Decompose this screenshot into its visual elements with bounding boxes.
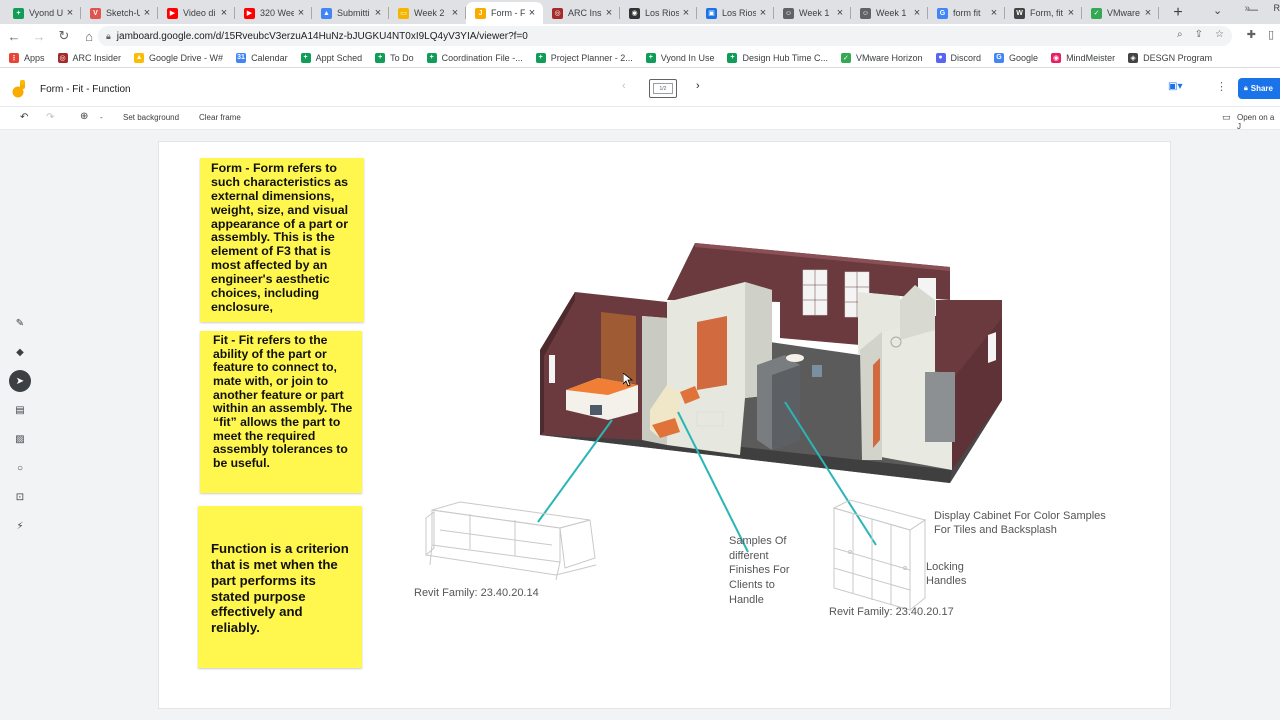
gray-locker	[925, 372, 955, 442]
revit-family-cabinet-label: Revit Family: 23.40.20.17	[829, 606, 954, 618]
samples-line-1: Samples Of	[729, 535, 787, 547]
cabinet-line-drawing	[832, 499, 927, 612]
window-side	[988, 332, 996, 364]
window-left-wall	[549, 355, 555, 383]
chair-a	[590, 405, 602, 415]
display-cabinet-front	[772, 365, 800, 450]
door-right	[873, 358, 880, 448]
locking-handles-label: Locking Handles	[926, 560, 966, 589]
samples-line-2: different	[729, 549, 769, 562]
revit-family-sofa-label: Revit Family: 23.40.20.14	[414, 587, 539, 599]
locking-line-1: Locking	[926, 561, 964, 573]
sofa-line-drawing	[425, 501, 597, 581]
display-cabinet-label: Display Cabinet For Color Samples For Ti…	[934, 509, 1106, 538]
chair-b	[812, 365, 822, 377]
round-table	[786, 354, 804, 362]
samples-line-5: Handle	[729, 593, 764, 606]
samples-line-3: Finishes For	[729, 564, 790, 577]
mouse-cursor-icon	[623, 373, 633, 387]
locking-line-2: Handles	[926, 575, 967, 588]
display-cabinet-line-2: For Tiles and Backsplash	[934, 524, 1057, 537]
floorplan-illustration[interactable]	[0, 0, 1280, 720]
frame-indicator: 1/2	[658, 85, 668, 92]
samples-label: Samples Of different Finishes For Client…	[729, 534, 790, 607]
display-cabinet-line-1: Display Cabinet For Color Samples	[934, 510, 1106, 522]
samples-line-4: Clients to	[729, 578, 775, 591]
door-center	[697, 316, 727, 390]
window-left	[802, 269, 828, 316]
